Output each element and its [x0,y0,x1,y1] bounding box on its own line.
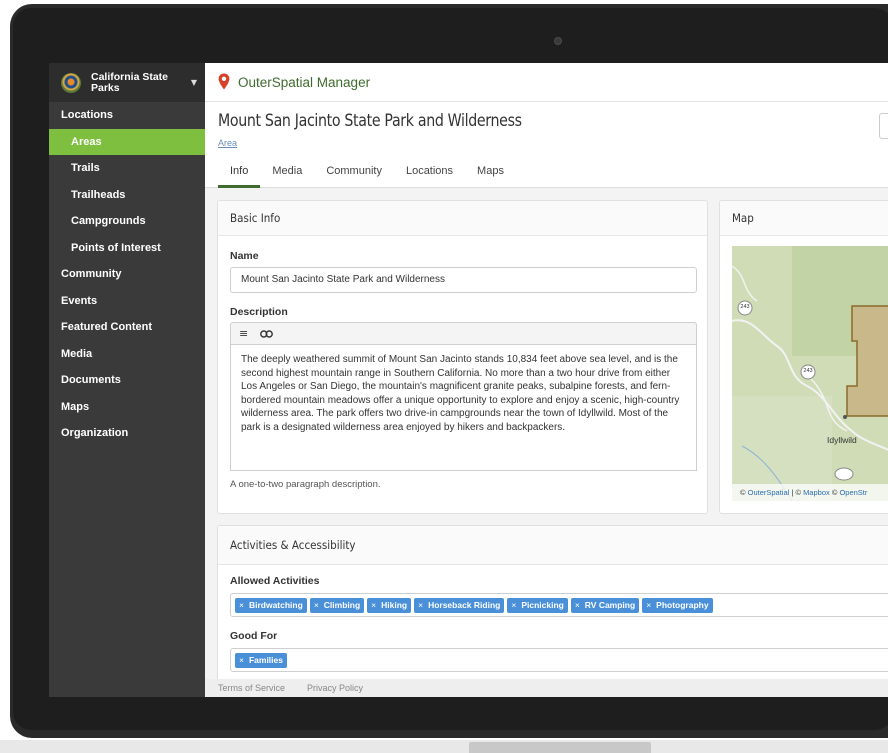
description-editor[interactable]: The deeply weathered summit of Mount San… [230,344,697,471]
activity-tag: × Picnicking [507,597,568,613]
footer-link-privacy-policy[interactable]: Privacy Policy [307,683,363,693]
map-town-label: Idyllwild [827,435,857,445]
tag-label: Climbing [323,599,361,610]
page-footer: Terms of Service Privacy Policy [205,679,888,697]
area-map[interactable]: 243 243 Idyllwild © OuterSpatial | © Map… [732,246,888,501]
allowed-activities-field[interactable]: × Birdwatching × Climbing × Hiking × Horseback … [230,593,888,617]
link-icon[interactable] [260,329,274,338]
activity-tag: × Horseback Riding [414,597,505,613]
tab-community[interactable]: Community [314,160,394,188]
activities-heading: Activities & Accessibility [218,526,888,565]
footer-link-terms-of-service[interactable]: Terms of Service [218,683,285,693]
activities-card: Activities & Accessibility Allowed Activ… [217,525,888,697]
tag-label: Picnicking [521,599,564,610]
remove-tag-icon[interactable]: × [511,600,516,610]
page-tabs: Info Media Community Locations Maps [218,160,516,188]
activity-tag: × RV Camping [570,597,640,613]
org-name: California State Parks [91,70,169,94]
name-field[interactable]: Mount San Jacinto State Park and Wildern… [230,267,697,293]
allowed-activities-label: Allowed Activities [230,575,320,587]
map-card: Map 243 243 Idyllwild © OuterSpatial | ©… [719,200,888,514]
mapbox-credit-link[interactable]: Mapbox [803,488,830,497]
sidebar-item-locations[interactable]: Locations [49,102,205,129]
app-title[interactable]: OuterSpatial Manager [238,75,370,90]
org-switcher[interactable]: California State Parks ▼ [49,63,205,102]
tag-label: Hiking [381,599,408,610]
sidebar-item-campgrounds[interactable]: Campgrounds [49,208,205,235]
description-help-text: A one-to-two paragraph description. [230,479,381,490]
app-header: OuterSpatial Manager [205,63,888,102]
tab-maps[interactable]: Maps [465,160,516,188]
editor-toolbar: ≡ [230,322,697,344]
sidebar-item-maps[interactable]: Maps [49,394,205,421]
tab-info[interactable]: Info [218,160,261,188]
name-label: Name [230,250,259,262]
map-pin-icon [218,73,230,90]
sidebar-item-featured-content[interactable]: Featured Content [49,314,205,341]
activity-tag: × Families [235,652,287,668]
remove-tag-icon[interactable]: × [239,600,244,610]
sidebar-item-organization[interactable]: Organization [49,420,205,447]
activity-tag: × Hiking [367,597,412,613]
outerspatial-credit-link[interactable]: OuterSpatial [748,488,790,497]
sidebar-item-points-of-interest[interactable]: Points of Interest [49,234,205,261]
openstreetmap-credit-link[interactable]: OpenStr [839,488,867,497]
sidebar-item-media[interactable]: Media [49,341,205,368]
remove-tag-icon[interactable]: × [314,600,319,610]
remove-tag-icon[interactable]: × [418,600,423,610]
tag-label: Horseback Riding [428,599,501,610]
area-type-link[interactable]: Area [218,138,237,148]
sidebar-item-events[interactable]: Events [49,288,205,315]
page-title: Mount San Jacinto State Park and Wildern… [218,111,522,130]
remove-tag-icon[interactable]: × [371,600,376,610]
activity-tag: × Birdwatching [235,597,307,613]
description-label: Description [230,306,288,318]
activity-tag: × Photography [642,597,713,613]
sidebar-item-community[interactable]: Community [49,261,205,288]
sidebar-item-documents[interactable]: Documents [49,367,205,394]
good-for-label: Good For [230,630,278,642]
sidebar: California State Parks ▼ Locations Areas T… [49,63,205,697]
remove-tag-icon[interactable]: × [239,655,244,665]
remove-tag-icon[interactable]: × [575,600,580,610]
tag-label: Birdwatching [248,599,303,610]
camera-icon [554,37,562,45]
sidebar-item-trailheads[interactable]: Trailheads [49,181,205,208]
org-logo-icon [61,72,81,93]
laptop-notch [469,742,651,753]
tag-label: RV Camping [584,599,636,610]
page-header: Mount San Jacinto State Park and Wildern… [205,102,888,188]
tab-locations[interactable]: Locations [394,160,465,188]
app-screen: California State Parks ▼ Locations Areas T… [49,63,888,697]
sidebar-item-areas[interactable]: Areas [49,128,205,155]
tag-label: Families [248,654,283,665]
sidebar-item-trails[interactable]: Trails [49,155,205,182]
good-for-field[interactable]: × Families [230,648,888,672]
basic-info-card: Basic Info Name Mount San Jacinto State … [217,200,708,514]
map-heading: Map [720,201,888,236]
sidebar-nav: Locations Areas Trails Trailheads Campground… [49,102,205,447]
remove-tag-icon[interactable]: × [646,600,651,610]
tab-media[interactable]: Media [260,160,314,188]
route-243-label: 243 [740,304,750,310]
activity-tag: × Climbing [309,597,365,613]
route-243-label-2: 243 [803,368,813,374]
basic-info-heading: Basic Info [218,201,707,236]
tag-label: Photography [656,599,709,610]
list-icon[interactable]: ≡ [239,328,248,339]
header-action-button[interactable] [879,113,888,139]
map-attribution: © OuterSpatial | © Mapbox © OpenStr [732,484,888,501]
laptop-base [0,740,888,753]
chevron-down-icon: ▼ [190,78,197,87]
